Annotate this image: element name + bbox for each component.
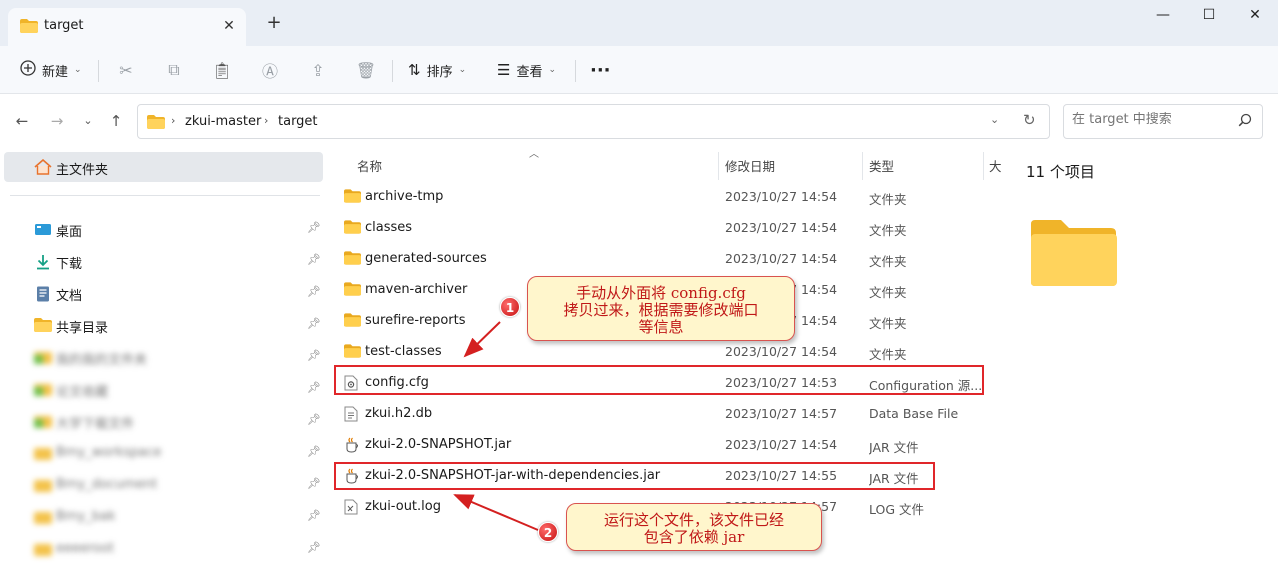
callout-line: 等信息 [638, 318, 684, 336]
step-badge-1: 1 [500, 297, 520, 317]
callout-1: 手动从外面将 config.cfg 拷贝过来，根据需要修改端口 等信息 [527, 276, 795, 341]
callout-line: 运行这个文件，该文件已经 [603, 511, 784, 529]
callout-2: 运行这个文件，该文件已经 包含了依赖 jar [566, 503, 822, 551]
callout-line: 拷贝过来，根据需要修改端口 [563, 301, 759, 319]
callout-line: 包含了依赖 jar [643, 528, 745, 546]
callout-line: 手动从外面将 config.cfg [576, 284, 746, 302]
step-badge-2: 2 [538, 522, 558, 542]
